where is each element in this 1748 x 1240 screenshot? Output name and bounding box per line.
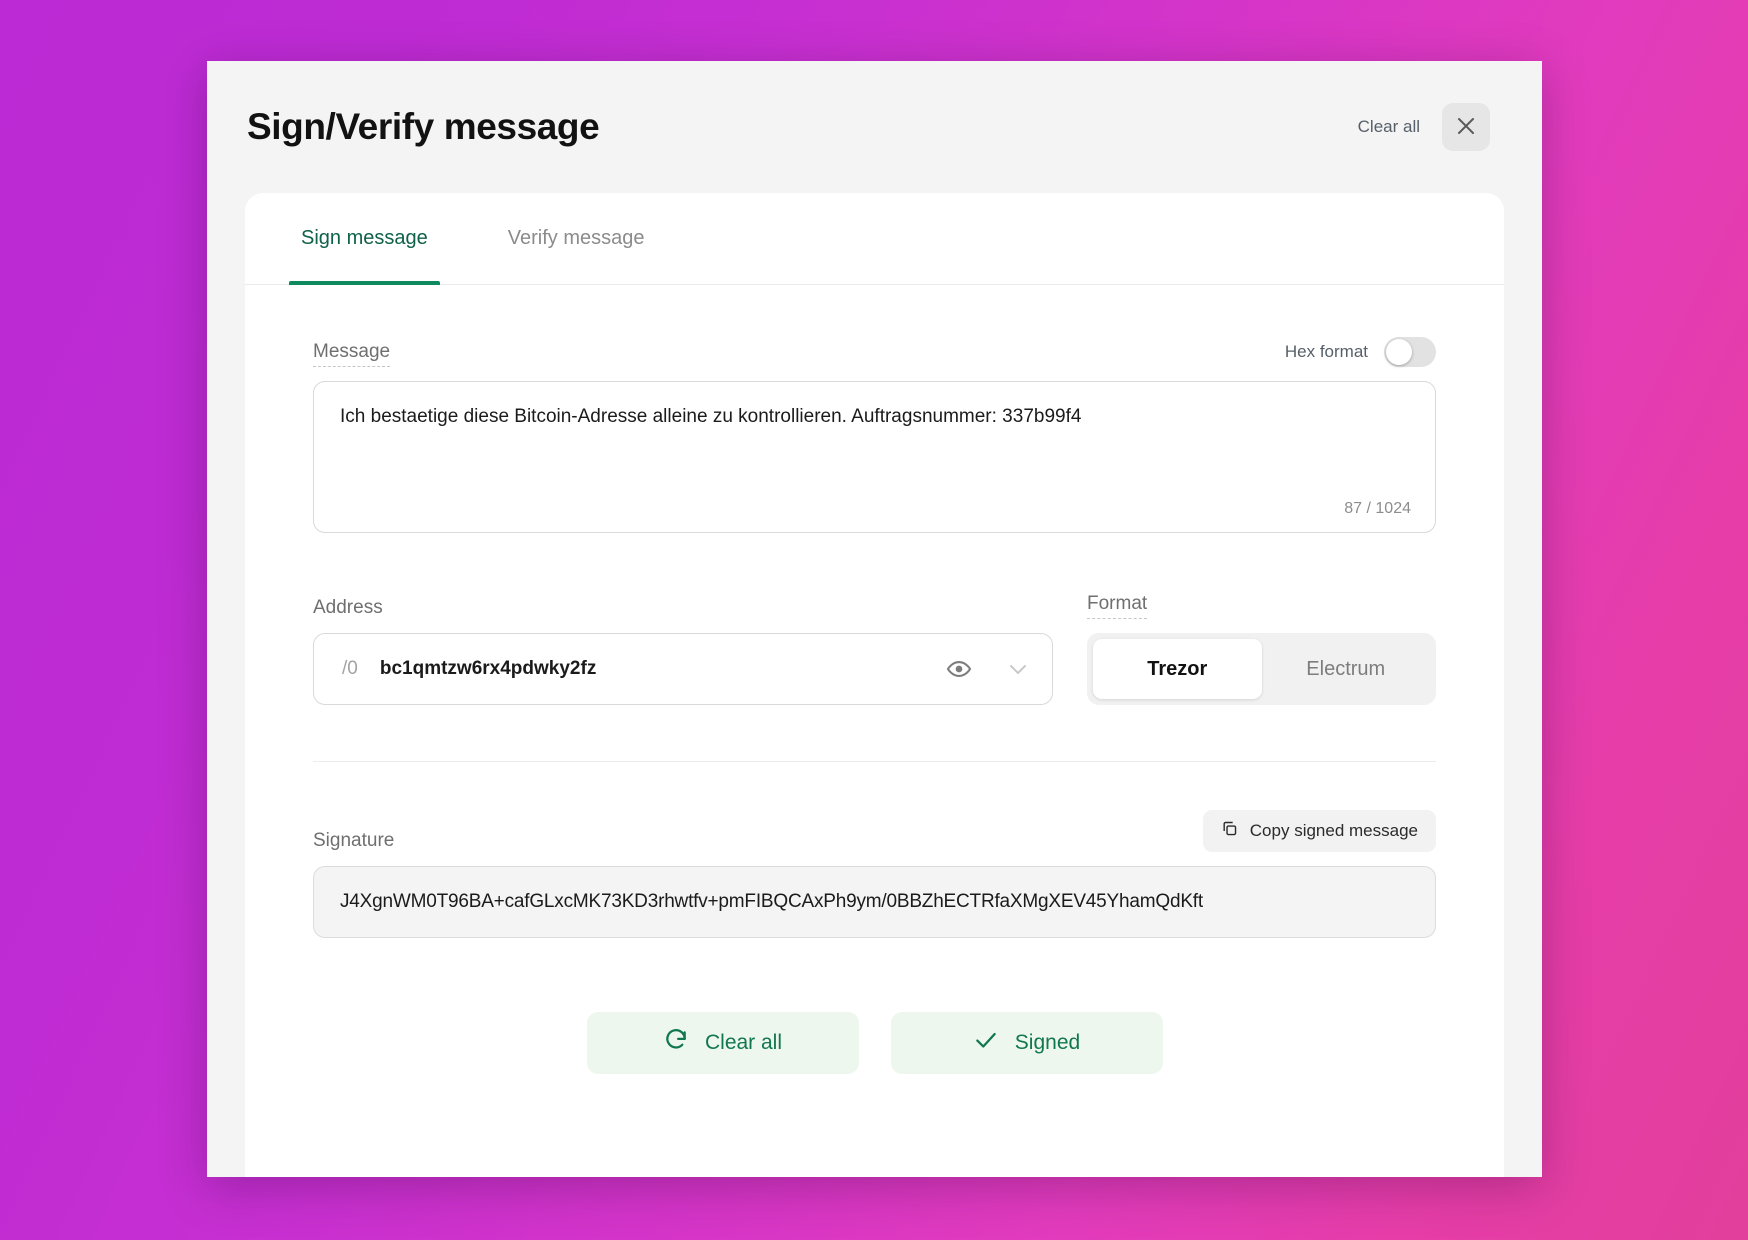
message-value: Ich bestaetige diese Bitcoin-Adresse all… (340, 406, 1082, 427)
dialog-card: Sign message Verify message Message Hex … (245, 193, 1504, 1177)
signature-label: Signature (313, 830, 395, 851)
address-index: /0 (342, 658, 358, 679)
tab-bar: Sign message Verify message (245, 193, 1504, 285)
eye-icon[interactable] (946, 656, 972, 682)
message-header-row: Message Hex format (313, 337, 1436, 367)
copy-signed-message-label: Copy signed message (1249, 821, 1418, 840)
refresh-icon (663, 1027, 689, 1059)
close-icon (1455, 115, 1477, 140)
signature-value: J4XgnWM0T96BA+cafGLxcMK73KD3rhwtfv+pmFIB… (340, 891, 1203, 912)
sign-message-form: Message Hex format Ich bestaetige diese … (245, 285, 1504, 1074)
sign-verify-message-dialog: Sign/Verify message Clear all Sign messa… (207, 61, 1542, 1177)
signed-button-label: Signed (1014, 1031, 1081, 1054)
hex-format-control: Hex format (1285, 337, 1436, 367)
address-input-icons (946, 656, 1030, 682)
address-header-row: Address (313, 597, 1053, 619)
copy-signed-message-button[interactable]: Copy signed message (1202, 810, 1436, 852)
address-label: Address (313, 597, 383, 618)
section-divider (313, 761, 1436, 762)
format-segmented-control: Trezor Electrum (1087, 633, 1436, 705)
toggle-knob (1386, 339, 1412, 365)
format-label: Format (1087, 593, 1148, 619)
format-option-electrum[interactable]: Electrum (1262, 639, 1431, 699)
chevron-down-icon[interactable] (1006, 657, 1030, 681)
copy-icon (1221, 820, 1238, 842)
check-icon (973, 1027, 999, 1059)
format-option-trezor[interactable]: Trezor (1093, 639, 1262, 699)
message-input[interactable]: Ich bestaetige diese Bitcoin-Adresse all… (313, 381, 1436, 533)
message-label: Message (313, 341, 391, 367)
clear-all-link[interactable]: Clear all (1358, 117, 1420, 137)
dialog-header: Sign/Verify message Clear all (207, 61, 1542, 193)
hex-format-toggle[interactable] (1384, 337, 1436, 367)
signed-button[interactable]: Signed (890, 1012, 1163, 1074)
signature-header-row: Signature Copy signed message (313, 810, 1436, 852)
address-group: Address /0 bc1qmtzw6rx4pdwky2fz (313, 597, 1053, 705)
clear-all-button-label: Clear all (704, 1031, 783, 1054)
hex-format-label: Hex format (1284, 342, 1368, 361)
tab-verify-message[interactable]: Verify message (496, 193, 657, 285)
format-header-row: Format (1087, 593, 1436, 619)
address-format-row: Address /0 bc1qmtzw6rx4pdwky2fz Format T… (313, 593, 1436, 705)
format-group: Format Trezor Electrum (1087, 593, 1436, 705)
address-input[interactable]: /0 bc1qmtzw6rx4pdwky2fz (313, 633, 1053, 705)
close-button[interactable] (1442, 103, 1490, 151)
signature-output[interactable]: J4XgnWM0T96BA+cafGLxcMK73KD3rhwtfv+pmFIB… (313, 866, 1436, 938)
clear-all-button[interactable]: Clear all (586, 1012, 859, 1074)
address-value: bc1qmtzw6rx4pdwky2fz (379, 658, 597, 679)
dialog-actions: Clear all Signed (313, 1012, 1436, 1074)
message-char-counter: 87 / 1024 (1344, 500, 1411, 517)
header-actions: Clear all (1358, 103, 1490, 151)
tab-sign-message[interactable]: Sign message (289, 193, 440, 285)
page-title: Sign/Verify message (247, 106, 600, 147)
